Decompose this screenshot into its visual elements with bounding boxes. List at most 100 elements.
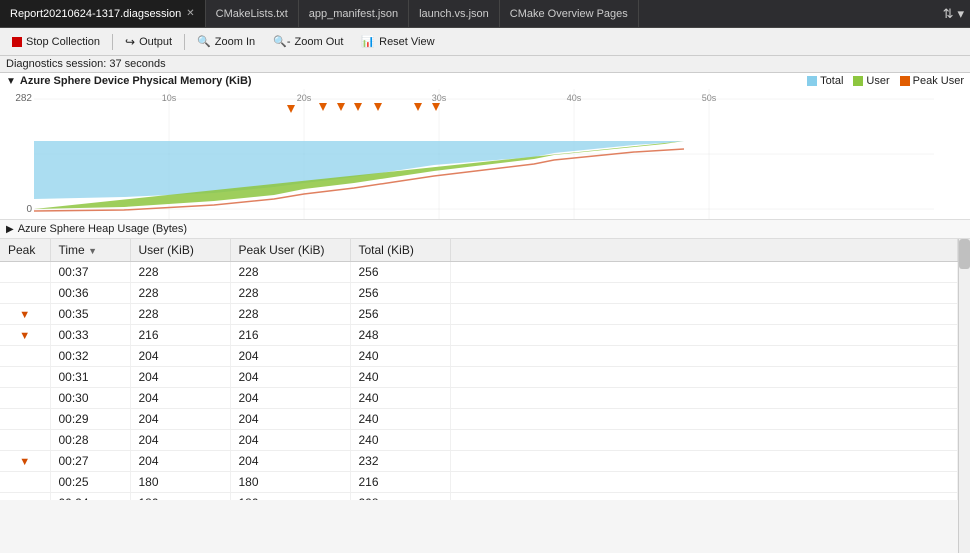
tab-launch-label: launch.vs.json xyxy=(419,8,489,20)
table-row[interactable]: 00:29204204240 xyxy=(0,409,958,430)
cell-peak xyxy=(0,430,50,451)
cell-total: 256 xyxy=(350,304,450,325)
toolbar-sep-1 xyxy=(112,34,113,50)
heap-usage-expand[interactable]: ▶ Azure Sphere Heap Usage (Bytes) xyxy=(0,219,970,238)
cell-total: 240 xyxy=(350,409,450,430)
cell-spacer xyxy=(450,493,958,501)
peak-marker-icon: ▼ xyxy=(19,456,30,468)
legend-peakuser: Peak User xyxy=(900,75,964,87)
cell-total: 232 xyxy=(350,451,450,472)
table-row[interactable]: ▼00:24180180208 xyxy=(0,493,958,501)
table-row[interactable]: 00:28204204240 xyxy=(0,430,958,451)
memory-table: Peak Time ▼ User (KiB) Peak User (KiB) xyxy=(0,239,958,500)
tab-launch[interactable]: launch.vs.json xyxy=(409,0,500,27)
cell-user: 228 xyxy=(130,262,230,283)
cell-time: 00:37 xyxy=(50,262,130,283)
cell-peakuser: 180 xyxy=(230,472,350,493)
cell-time: 00:29 xyxy=(50,409,130,430)
cell-user: 216 xyxy=(130,325,230,346)
legend-user: User xyxy=(853,75,889,87)
cell-peakuser: 228 xyxy=(230,262,350,283)
cell-total: 256 xyxy=(350,262,450,283)
cell-user: 204 xyxy=(130,451,230,472)
table-row[interactable]: 00:32204204240 xyxy=(0,346,958,367)
cell-peak xyxy=(0,472,50,493)
table-row[interactable]: 00:36228228256 xyxy=(0,283,958,304)
tab-report-close[interactable]: ✕ xyxy=(186,8,194,19)
cell-peak xyxy=(0,283,50,304)
zoom-out-button[interactable]: 🔍- Zoom Out xyxy=(265,33,351,50)
cell-spacer xyxy=(450,325,958,346)
table-row[interactable]: 00:25180180216 xyxy=(0,472,958,493)
status-bar: Diagnostics session: 37 seconds xyxy=(0,56,970,73)
reset-view-button[interactable]: 📊 Reset View xyxy=(353,33,442,50)
cell-user: 204 xyxy=(130,388,230,409)
output-label: Output xyxy=(139,36,172,48)
zoom-in-button[interactable]: 🔍 Zoom In xyxy=(189,33,263,50)
cell-peak xyxy=(0,367,50,388)
tab-cmake[interactable]: CMakeLists.txt xyxy=(206,0,299,27)
output-button[interactable]: ↪ Output xyxy=(117,33,180,51)
reset-view-icon: 📊 xyxy=(361,35,375,48)
table-row[interactable]: ▼00:33216216248 xyxy=(0,325,958,346)
cell-total: 256 xyxy=(350,283,450,304)
toolbar: Stop Collection ↪ Output 🔍 Zoom In 🔍- Zo… xyxy=(0,28,970,56)
cell-user: 204 xyxy=(130,409,230,430)
cell-spacer xyxy=(450,367,958,388)
legend-user-dot xyxy=(853,76,863,86)
col-peak: Peak xyxy=(0,239,50,262)
table-row[interactable]: 00:31204204240 xyxy=(0,367,958,388)
cell-time: 00:32 xyxy=(50,346,130,367)
cell-peakuser: 204 xyxy=(230,430,350,451)
stop-collection-button[interactable]: Stop Collection xyxy=(4,34,108,50)
tab-report[interactable]: Report20210624-1317.diagsession ✕ xyxy=(0,0,206,27)
scrollbar-thumb[interactable] xyxy=(959,239,970,269)
tab-actions: ⇅ ▾ xyxy=(937,6,970,22)
svg-text:10s: 10s xyxy=(162,93,177,103)
tab-cmakeoverview[interactable]: CMake Overview Pages xyxy=(500,0,639,27)
cell-total: 240 xyxy=(350,388,450,409)
cell-peak xyxy=(0,346,50,367)
tab-appmanifest[interactable]: app_manifest.json xyxy=(299,0,409,27)
col-spacer xyxy=(450,239,958,262)
table-container[interactable]: Peak Time ▼ User (KiB) Peak User (KiB) xyxy=(0,239,958,500)
cell-spacer xyxy=(450,430,958,451)
cell-total: 240 xyxy=(350,346,450,367)
svg-text:50s: 50s xyxy=(702,93,717,103)
cell-total: 240 xyxy=(350,430,450,451)
cell-user: 228 xyxy=(130,304,230,325)
peak-marker-icon: ▼ xyxy=(19,309,30,321)
svg-text:30s: 30s xyxy=(432,93,447,103)
table-row[interactable]: 00:37228228256 xyxy=(0,262,958,283)
table-row[interactable]: ▼00:27204204232 xyxy=(0,451,958,472)
cell-total: 240 xyxy=(350,367,450,388)
svg-text:40s: 40s xyxy=(567,93,582,103)
main-content: Stop Collection ↪ Output 🔍 Zoom In 🔍- Zo… xyxy=(0,28,970,553)
table-row[interactable]: 00:30204204240 xyxy=(0,388,958,409)
cell-user: 180 xyxy=(130,493,230,501)
chart-collapse-icon[interactable]: ▼ xyxy=(6,76,16,87)
tab-report-label: Report20210624-1317.diagsession xyxy=(10,8,181,20)
tab-sort-icon[interactable]: ⇅ xyxy=(943,6,954,22)
data-section: Peak Time ▼ User (KiB) Peak User (KiB) xyxy=(0,239,970,553)
legend-total-label: Total xyxy=(820,75,843,87)
cell-peak: ▼ xyxy=(0,304,50,325)
cell-peakuser: 204 xyxy=(230,367,350,388)
cell-spacer xyxy=(450,388,958,409)
cell-user: 204 xyxy=(130,367,230,388)
legend-total: Total xyxy=(807,75,843,87)
tab-cmakeoverview-label: CMake Overview Pages xyxy=(510,8,628,20)
output-icon: ↪ xyxy=(125,35,135,49)
reset-view-label: Reset View xyxy=(379,36,434,48)
cell-time: 00:31 xyxy=(50,367,130,388)
cell-time: 00:33 xyxy=(50,325,130,346)
chart-title: Azure Sphere Device Physical Memory (KiB… xyxy=(20,75,252,87)
table-row[interactable]: ▼00:35228228256 xyxy=(0,304,958,325)
scrollbar[interactable] xyxy=(958,239,970,553)
cell-total: 208 xyxy=(350,493,450,501)
peak-marker-icon: ▼ xyxy=(19,498,30,500)
tab-overflow-icon[interactable]: ▾ xyxy=(957,6,964,22)
col-time[interactable]: Time ▼ xyxy=(50,239,130,262)
toolbar-sep-2 xyxy=(184,34,185,50)
cell-peakuser: 228 xyxy=(230,304,350,325)
